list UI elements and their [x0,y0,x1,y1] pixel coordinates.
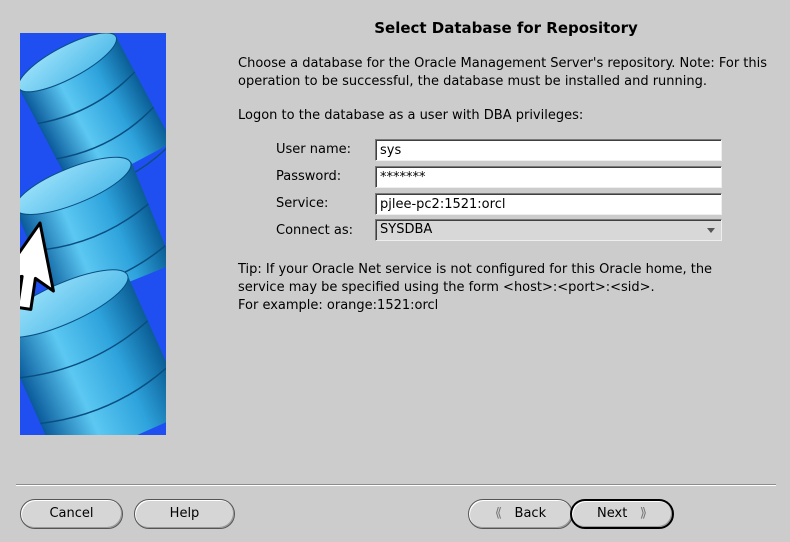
chevron-left-icon: ⟪ [494,506,503,521]
back-button-label: Back [514,506,547,521]
username-field[interactable] [375,139,722,161]
tip-line-1: Tip: If your Oracle Net service is not c… [238,262,713,277]
tip-line-3: For example: orange:1521:orcl [238,298,439,313]
help-button[interactable]: Help [134,499,235,529]
username-label: User name: [276,142,352,157]
dropdown-arrow-icon [707,228,715,233]
cancel-button[interactable]: Cancel [20,499,123,529]
next-button[interactable]: Next ⟫ [570,499,674,529]
tip-text: Tip: If your Oracle Net service is not c… [238,261,778,315]
chevron-right-icon: ⟫ [639,506,647,521]
connect-as-select[interactable]: SYSDBA [375,219,722,241]
back-button[interactable]: ⟪ Back [468,499,573,529]
service-label: Service: [276,196,329,211]
connect-as-value: SYSDBA [380,222,433,237]
separator [16,484,776,486]
connect-as-label: Connect as: [276,223,354,238]
password-field[interactable] [375,166,722,188]
tip-line-2: service may be specified using the form … [238,280,655,295]
page-title: Select Database for Repository [374,19,638,37]
logon-instruction: Logon to the database as a user with DBA… [238,108,584,123]
intro-text: Choose a database for the Oracle Managem… [238,56,768,89]
password-label: Password: [276,169,342,184]
database-cylinders-icon [20,33,166,435]
next-button-label: Next [597,506,628,521]
service-field[interactable] [375,193,722,215]
database-illustration [20,33,166,435]
